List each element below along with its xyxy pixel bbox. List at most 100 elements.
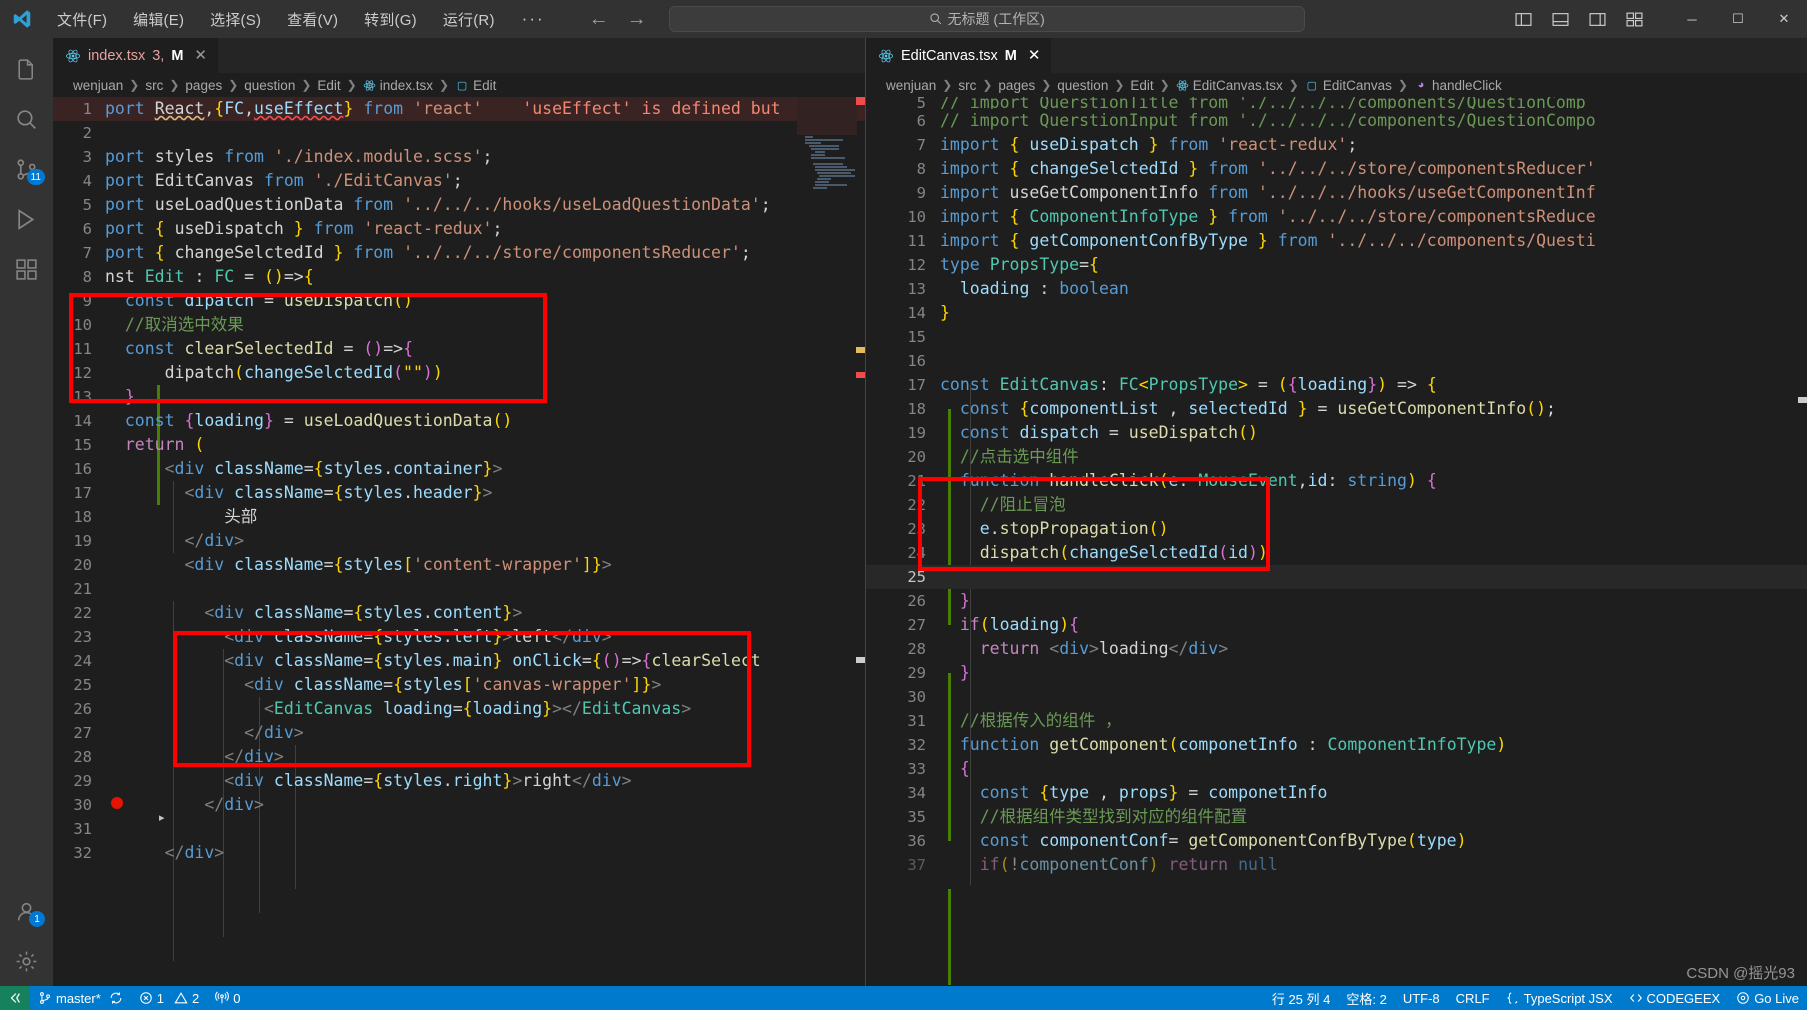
code-line: 24 <div className={styles.main} onClick=… — [53, 649, 865, 673]
code-text: port styles from './index.module.scss'; — [105, 147, 493, 166]
breadcrumb-item[interactable]: question — [244, 78, 295, 93]
breadcrumb-item[interactable]: question — [1057, 78, 1108, 93]
arrow-left-icon[interactable]: ← — [589, 9, 609, 29]
status-language-mode[interactable]: TypeScript JSX — [1498, 986, 1621, 1010]
minimap-left[interactable] — [797, 97, 857, 986]
code-text: <div className={styles.header}> — [184, 483, 493, 502]
gear-icon — [16, 951, 37, 971]
close-icon[interactable]: ✕ — [1028, 48, 1041, 63]
editor-group-left: index.tsx 3, M ✕ more-actions-icon wenju… — [53, 38, 865, 986]
layout-grid-icon[interactable] — [1626, 11, 1643, 28]
line-number: 19 — [907, 424, 926, 442]
tab-editcanvas-tsx[interactable]: EditCanvas.tsx M ✕ — [866, 38, 1053, 73]
menu-view[interactable]: 查看(V) — [274, 5, 351, 34]
code-lines-right: 5 // import QuerstionTitle from './../../… — [866, 97, 1807, 986]
code-line: 26 } — [866, 589, 1807, 613]
status-branch[interactable]: master* — [30, 986, 131, 1010]
tab-index-tsx[interactable]: index.tsx 3, M ✕ — [53, 38, 219, 73]
code-text: </div> — [244, 723, 304, 742]
sidebar-item-settings[interactable] — [0, 936, 53, 986]
menu-file[interactable]: 文件(F) — [44, 5, 120, 34]
breadcrumb-item-method[interactable]: ◕ handleClick — [1414, 78, 1502, 93]
breadcrumb-item[interactable]: Edit — [317, 78, 340, 93]
tab-label: EditCanvas.tsx — [901, 47, 998, 64]
chevron-right-icon: ❯ — [942, 78, 953, 92]
line-number: 26 — [907, 592, 926, 610]
panel-right-icon[interactable] — [1589, 11, 1606, 28]
status-codegeex[interactable]: CODEGEEX — [1621, 986, 1729, 1010]
title-bar: 文件(F) 编辑(E) 选择(S) 查看(V) 转到(G) 运行(R) ··· … — [0, 0, 1807, 38]
breadcrumb-item[interactable]: pages — [185, 78, 222, 93]
code-line: 18 const {componentList , selectedId } =… — [866, 397, 1807, 421]
status-eol[interactable]: CRLF — [1448, 986, 1498, 1010]
sidebar-item-run-debug[interactable] — [0, 194, 53, 244]
more-actions-icon[interactable]: more-actions-icon — [821, 38, 855, 73]
breadcrumb-item-symbol[interactable]: ▢ Edit — [455, 78, 496, 93]
code-line: 11 const clearSelectedId = ()=>{ — [53, 337, 865, 361]
source-control-icon — [40, 992, 50, 1004]
sidebar-item-extensions[interactable] — [0, 244, 53, 294]
sidebar-item-search[interactable] — [0, 94, 53, 144]
minimize-button[interactable]: ─ — [1669, 0, 1715, 38]
breadcrumb-item-file[interactable]: EditCanvas.tsx — [1176, 78, 1283, 93]
sidebar-item-explorer[interactable] — [0, 44, 53, 94]
code-text: function handleClick(e: MouseEvent,id: s… — [959, 471, 1437, 490]
line-number: 22 — [907, 496, 926, 514]
code-line: 30 </div> — [53, 793, 865, 817]
maximize-button[interactable]: ☐ — [1715, 0, 1761, 38]
breadcrumb-item[interactable]: wenjuan — [73, 78, 123, 93]
breadcrumb-item[interactable]: src — [145, 78, 163, 93]
code-text: port { changeSelctedId } from '../../../… — [105, 243, 751, 262]
sidebar-item-accounts[interactable]: 1 — [0, 886, 53, 936]
menu-selection[interactable]: 选择(S) — [197, 5, 274, 34]
arrow-right-icon[interactable]: → — [627, 9, 647, 29]
command-center[interactable]: 无标题 (工作区) — [668, 6, 1305, 32]
status-ports[interactable]: 0 — [207, 986, 248, 1010]
watermark: CSDN @摇光93 — [1686, 965, 1795, 982]
code-text: } — [959, 591, 970, 610]
code-line: 28 </div> — [53, 745, 865, 769]
code-line: 33 { — [866, 757, 1807, 781]
menu-edit[interactable]: 编辑(E) — [120, 5, 197, 34]
line-number: 12 — [907, 256, 926, 274]
code-line: 20 <div className={styles['content-wrapp… — [53, 553, 865, 577]
sidebar-item-source-control[interactable]: 11 — [0, 144, 53, 194]
line-number: 24 — [73, 652, 92, 670]
breadcrumb-item[interactable]: wenjuan — [886, 78, 936, 93]
status-encoding[interactable]: UTF-8 — [1395, 986, 1448, 1010]
chevron-right-icon: ❯ — [169, 78, 180, 92]
breadcrumb-item-file[interactable]: index.tsx — [363, 78, 433, 93]
line-number: 8 — [916, 160, 926, 178]
line-number: 23 — [907, 520, 926, 538]
code-editor-right[interactable]: 5 // import QuerstionTitle from './../../… — [866, 97, 1807, 986]
code-line: 17 const EditCanvas: FC<PropsType> = ({lo… — [866, 373, 1807, 397]
breadcrumb-item[interactable]: pages — [998, 78, 1035, 93]
menu-run[interactable]: 运行(R) — [430, 5, 508, 34]
code-text: } — [959, 663, 970, 682]
line-number: 12 — [73, 364, 92, 382]
code-editor-left[interactable]: ▸ 1 port React,{FC,useEffect} from 'reac… — [53, 97, 865, 986]
close-button[interactable]: ✕ — [1761, 0, 1807, 38]
breadcrumb-item[interactable]: src — [958, 78, 976, 93]
code-line: 16 — [866, 349, 1807, 373]
code-text: nst Edit : FC = ()=>{ — [105, 267, 314, 286]
status-problems[interactable]: 1 2 — [131, 986, 207, 1010]
line-number: 5 — [82, 196, 92, 214]
code-line: 7 import { useDispatch } from 'react-redu… — [866, 133, 1807, 157]
breadcrumb-item[interactable]: Edit — [1130, 78, 1153, 93]
status-indentation[interactable]: 空格: 2 — [1338, 986, 1394, 1010]
status-go-live[interactable]: Go Live — [1728, 986, 1807, 1010]
status-cursor-position[interactable]: 行 25 列 4 — [1264, 986, 1339, 1010]
remote-window-button[interactable] — [0, 986, 30, 1010]
menu-go[interactable]: 转到(G) — [351, 5, 430, 34]
line-number: 29 — [73, 772, 92, 790]
panel-bottom-icon[interactable] — [1552, 11, 1569, 28]
breadcrumb-item-symbol[interactable]: ▢ EditCanvas — [1305, 78, 1392, 93]
activity-bar: 11 1 — [0, 38, 53, 986]
close-icon[interactable]: ✕ — [194, 48, 207, 63]
panel-left-icon[interactable] — [1515, 11, 1532, 28]
code-line: 32 </div> — [53, 841, 865, 865]
code-text: const {componentList , selectedId } = us… — [959, 399, 1556, 418]
menu-more-icon[interactable]: ··· — [508, 9, 559, 29]
menu-bar: 文件(F) 编辑(E) 选择(S) 查看(V) 转到(G) 运行(R) ··· — [44, 5, 559, 34]
